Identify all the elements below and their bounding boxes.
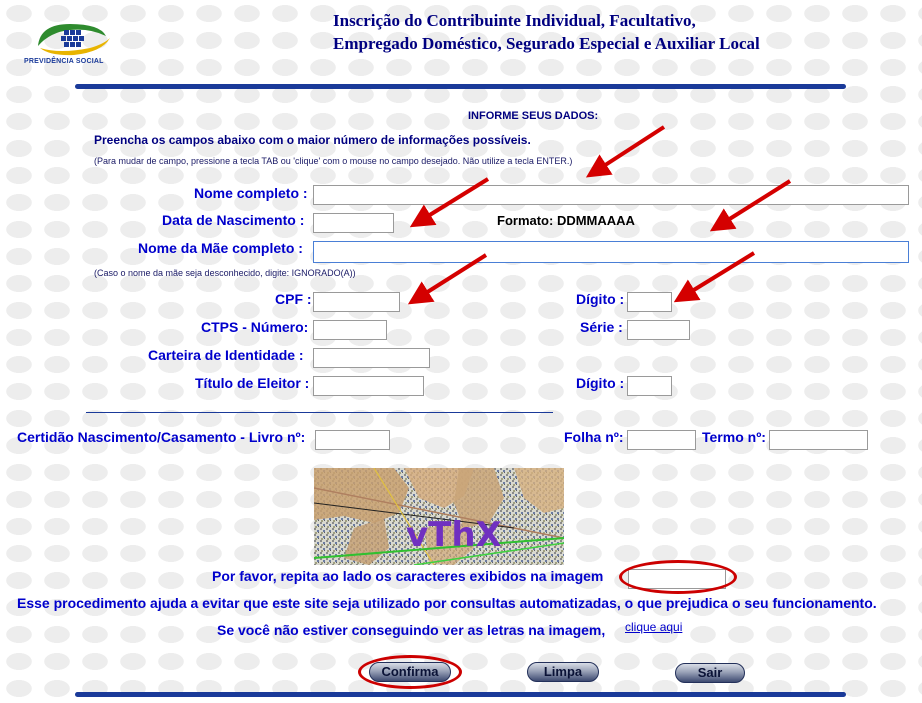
arrow-icon (673, 251, 756, 303)
arrow-icon (407, 253, 488, 305)
annotation-arrows (407, 125, 792, 305)
arrow-icon (585, 125, 666, 178)
arrow-icon (709, 179, 792, 232)
arrow-icon (409, 177, 490, 228)
